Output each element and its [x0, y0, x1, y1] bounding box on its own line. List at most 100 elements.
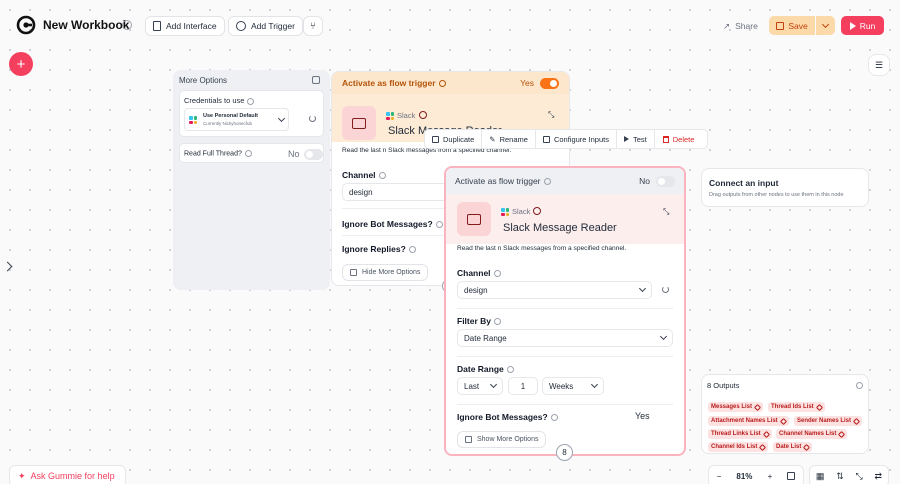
chevron-down-icon: [277, 114, 286, 123]
run-label: Run: [859, 20, 876, 31]
output-tag[interactable]: Sender Names List: [794, 416, 863, 426]
app-logo[interactable]: [16, 15, 36, 35]
ignore-bot-value: Yes: [635, 411, 650, 421]
date-range-mode-select[interactable]: Last: [457, 377, 503, 395]
info-icon: [494, 318, 502, 326]
delete-label: Delete: [672, 134, 695, 144]
help-icon[interactable]: [419, 111, 427, 119]
info-icon: [247, 97, 255, 105]
save-button[interactable]: Save: [769, 16, 815, 35]
connect-input-subtitle: Drag outputs from other nodes to use the…: [709, 192, 844, 198]
duplicate-button[interactable]: Duplicate: [425, 130, 483, 148]
filter-by-select[interactable]: Date Range: [457, 329, 673, 347]
output-tag[interactable]: Channel Names List: [776, 429, 848, 439]
filter-by-label: Filter By: [457, 316, 502, 326]
trigger-value: Yes: [520, 78, 534, 88]
slack-icon: [386, 112, 394, 120]
workbook-title[interactable]: New Workbook: [43, 18, 129, 32]
output-tag[interactable]: Attachment Names List: [708, 416, 789, 426]
ask-gummie-button[interactable]: ✦ Ask Gummie for help: [9, 465, 126, 484]
link-icon: [815, 403, 823, 411]
date-range-amount-value: 1: [520, 381, 526, 391]
show-more-options-button[interactable]: Show More Options: [457, 431, 547, 448]
ignore-bot-label: Ignore Bot Messages?: [457, 412, 558, 422]
refresh-icon[interactable]: [309, 115, 316, 122]
help-icon[interactable]: [533, 207, 541, 215]
node-context-toolbar: Duplicate ✎ Rename Configure Inputs Test…: [424, 129, 708, 149]
output-tag[interactable]: Messages List: [708, 402, 764, 412]
chevron-down-icon: [590, 380, 599, 389]
chevron-down-icon: [659, 332, 668, 341]
info-icon: [543, 178, 551, 186]
configure-inputs-button[interactable]: Configure Inputs: [536, 130, 617, 148]
options-icon: [350, 269, 357, 276]
pencil-icon: ✎: [489, 134, 496, 144]
configure-inputs-label: Configure Inputs: [553, 134, 609, 144]
delete-button[interactable]: Delete: [655, 130, 703, 148]
output-tag[interactable]: Channel Ids List: [708, 442, 769, 452]
run-button[interactable]: Run: [841, 16, 884, 35]
refresh-icon[interactable]: [662, 286, 669, 293]
collapse-arrows-icon[interactable]: ⤡: [548, 110, 554, 120]
zoom-in-button[interactable]: +: [768, 472, 773, 481]
share-icon: ↗: [723, 20, 731, 31]
hide-more-options-button[interactable]: Hide More Options: [342, 264, 429, 281]
chevron-down-icon: [638, 284, 647, 293]
fit-view-icon[interactable]: [787, 472, 796, 480]
info-icon: [506, 366, 514, 374]
document-icon: [153, 21, 161, 31]
date-range-unit-select[interactable]: Weeks: [542, 377, 604, 395]
channel-select[interactable]: design: [457, 281, 652, 299]
trigger-toggle[interactable]: [656, 175, 675, 187]
link-icon: [753, 403, 762, 411]
trigger-icon: [236, 21, 246, 31]
read-full-thread-label: Read Full Thread?: [184, 150, 252, 157]
read-full-thread-toggle[interactable]: [304, 149, 323, 160]
configure-icon: [542, 135, 550, 143]
connect-input-title: Connect an input: [709, 178, 779, 188]
minimize-icon[interactable]: ⤡: [856, 471, 863, 482]
add-interface-button[interactable]: Add Interface: [145, 16, 225, 36]
output-tag[interactable]: Date List: [773, 442, 813, 452]
link-icon: [762, 430, 770, 438]
save-label: Save: [788, 20, 808, 31]
rename-label: Rename: [499, 134, 528, 144]
output-tag[interactable]: Thread Links List: [708, 429, 772, 439]
info-icon: [244, 150, 252, 157]
node-title: Slack Message Reader: [503, 222, 617, 234]
settings-icon[interactable]: [122, 20, 132, 30]
arrange-icon[interactable]: ⇅: [836, 471, 844, 482]
test-button[interactable]: Test: [617, 130, 655, 148]
chevron-down-icon: [821, 20, 830, 28]
zoom-out-button[interactable]: −: [717, 472, 722, 481]
link-icon: [759, 443, 767, 451]
slack-node-front[interactable]: Activate as flow trigger No Slack ⤡ Slac…: [444, 166, 686, 456]
connect-input-card[interactable]: Connect an input Drag outputs from other…: [701, 168, 869, 207]
grid-icon[interactable]: ▦: [816, 471, 825, 482]
output-tag[interactable]: Thread Ids List: [768, 402, 825, 412]
trigger-label: Activate as flow trigger: [342, 78, 446, 88]
output-count-handle[interactable]: 8: [556, 444, 573, 461]
date-range-label: Date Range: [457, 364, 514, 374]
rename-button[interactable]: ✎ Rename: [482, 130, 536, 148]
save-dropdown-button[interactable]: [816, 16, 835, 35]
credential-select[interactable]: Use Personal Default Currently Nickyhone…: [184, 108, 289, 131]
date-range-amount-input[interactable]: 1: [508, 377, 538, 395]
expand-panel-icon[interactable]: [2, 261, 13, 272]
fork-icon[interactable]: ⑂: [303, 16, 323, 36]
collapse-icon[interactable]: [312, 76, 320, 84]
info-icon: [408, 246, 416, 254]
node-description: Read the last n Slack messages from a sp…: [457, 245, 627, 252]
collapse-arrows-icon[interactable]: ⤡: [663, 207, 669, 217]
shuffle-icon[interactable]: ⇄: [875, 471, 883, 482]
trigger-toggle[interactable]: [540, 77, 559, 89]
add-node-button[interactable]: +: [9, 52, 33, 76]
notes-button[interactable]: ☰: [868, 54, 890, 76]
share-button[interactable]: ↗ Share: [714, 16, 767, 36]
add-trigger-label: Add Trigger: [251, 21, 295, 31]
channel-label: Channel: [342, 170, 386, 180]
credential-sub: Currently Nickyhonecfub: [203, 121, 253, 126]
add-trigger-button[interactable]: Add Trigger: [228, 16, 303, 36]
node-header: Slack ⤡ Slack Message Reader: [446, 194, 684, 244]
date-range-mode-value: Last: [464, 381, 480, 391]
